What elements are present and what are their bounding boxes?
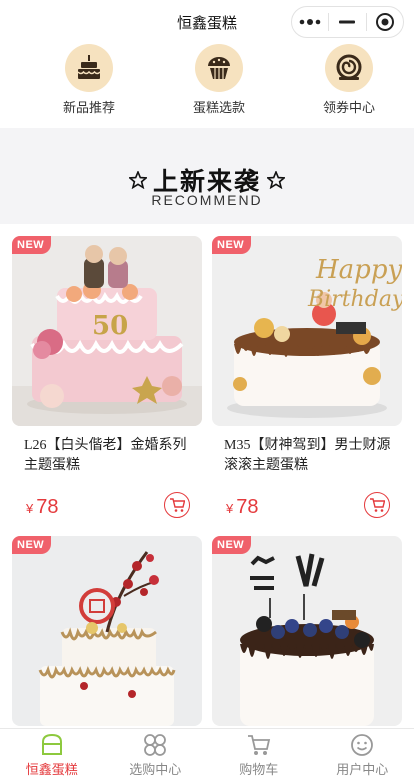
grid-icon — [144, 734, 167, 756]
new-badge: NEW — [12, 236, 52, 254]
new-badge: NEW — [12, 536, 52, 554]
star-icon — [128, 171, 147, 189]
user-icon — [351, 734, 374, 756]
product-card[interactable]: NEW — [12, 536, 202, 728]
navigation-bar: 恒鑫蛋糕 — [0, 0, 414, 42]
product-grid: 50 NEW L26【白头偕老】金婚系列主题蛋糕 ¥78 Happy Birth… — [0, 224, 414, 728]
quick-nav-new-products[interactable]: 新品推荐 — [24, 42, 154, 128]
quick-nav-label: 新品推荐 — [62, 100, 115, 115]
new-badge: NEW — [212, 236, 252, 254]
recommend-section-header: 上新来袭 RECOMMEND — [0, 128, 414, 224]
more-dots-icon — [299, 19, 321, 25]
add-to-cart-button[interactable] — [164, 492, 190, 518]
product-image-fortune-god-cake[interactable]: Happy Birthday NEW — [212, 236, 402, 426]
new-badge: NEW — [212, 536, 252, 554]
section-subtitle: RECOMMEND — [151, 192, 263, 208]
close-button[interactable] — [367, 7, 403, 37]
product-card[interactable]: Happy Birthday NEW M35【财神驾到】男士财源滚滚主题蛋糕 ¥… — [212, 236, 402, 532]
cart-icon — [247, 735, 270, 755]
minus-icon — [339, 20, 356, 24]
product-price: ¥78 — [26, 496, 59, 518]
more-button[interactable] — [292, 7, 328, 37]
bottom-tab-bar: 恒鑫蛋糕 选购中心 购物车 用户中心 — [0, 728, 414, 780]
quick-nav-label: 领券中心 — [322, 100, 375, 115]
cupcake-icon — [208, 57, 230, 79]
tab-label: 恒鑫蛋糕 — [25, 762, 78, 777]
quick-nav-cake-selection[interactable]: 蛋糕选款 — [154, 42, 284, 128]
quick-nav-coupon-center[interactable]: 领券中心 — [284, 42, 414, 128]
tab-user-center[interactable]: 用户中心 — [311, 729, 414, 780]
tab-label: 用户中心 — [336, 762, 389, 777]
tab-shopping-center[interactable]: 选购中心 — [104, 729, 208, 780]
product-price: ¥78 — [226, 496, 259, 518]
product-card[interactable]: NEW — [212, 536, 402, 728]
add-to-cart-button[interactable] — [364, 492, 390, 518]
tab-cart[interactable]: 购物车 — [207, 729, 311, 780]
tab-label: 购物车 — [239, 762, 279, 777]
star-icon — [267, 171, 285, 189]
cart-icon — [170, 498, 185, 512]
cart-icon — [370, 498, 385, 512]
svg-text:Birthday: Birthday — [307, 287, 402, 312]
product-image-plum-blossom-cake[interactable]: NEW — [12, 536, 202, 726]
target-icon — [375, 13, 394, 31]
roll-cake-icon — [336, 54, 362, 80]
svg-text:Happy: Happy — [315, 255, 402, 285]
tab-label: 选购中心 — [129, 762, 182, 777]
product-image-dad-topper-cake[interactable]: NEW — [212, 536, 402, 726]
home-icon — [41, 733, 62, 755]
cake-icon — [77, 55, 101, 79]
minimize-button[interactable] — [329, 7, 365, 37]
svg-text:50: 50 — [92, 311, 128, 341]
product-image-golden-wedding-cake[interactable]: 50 NEW — [12, 236, 202, 426]
product-name: L26【白头偕老】金婚系列主题蛋糕 — [24, 438, 187, 473]
quick-nav-label: 蛋糕选款 — [192, 100, 245, 115]
product-card[interactable]: 50 NEW L26【白头偕老】金婚系列主题蛋糕 ¥78 — [12, 236, 202, 532]
quick-nav: 新品推荐 蛋糕选款 领券中心 — [0, 42, 414, 128]
tab-home[interactable]: 恒鑫蛋糕 — [0, 729, 104, 780]
product-name: M35【财神驾到】男士财源滚滚主题蛋糕 — [224, 438, 391, 473]
miniprogram-capsule — [291, 6, 404, 38]
